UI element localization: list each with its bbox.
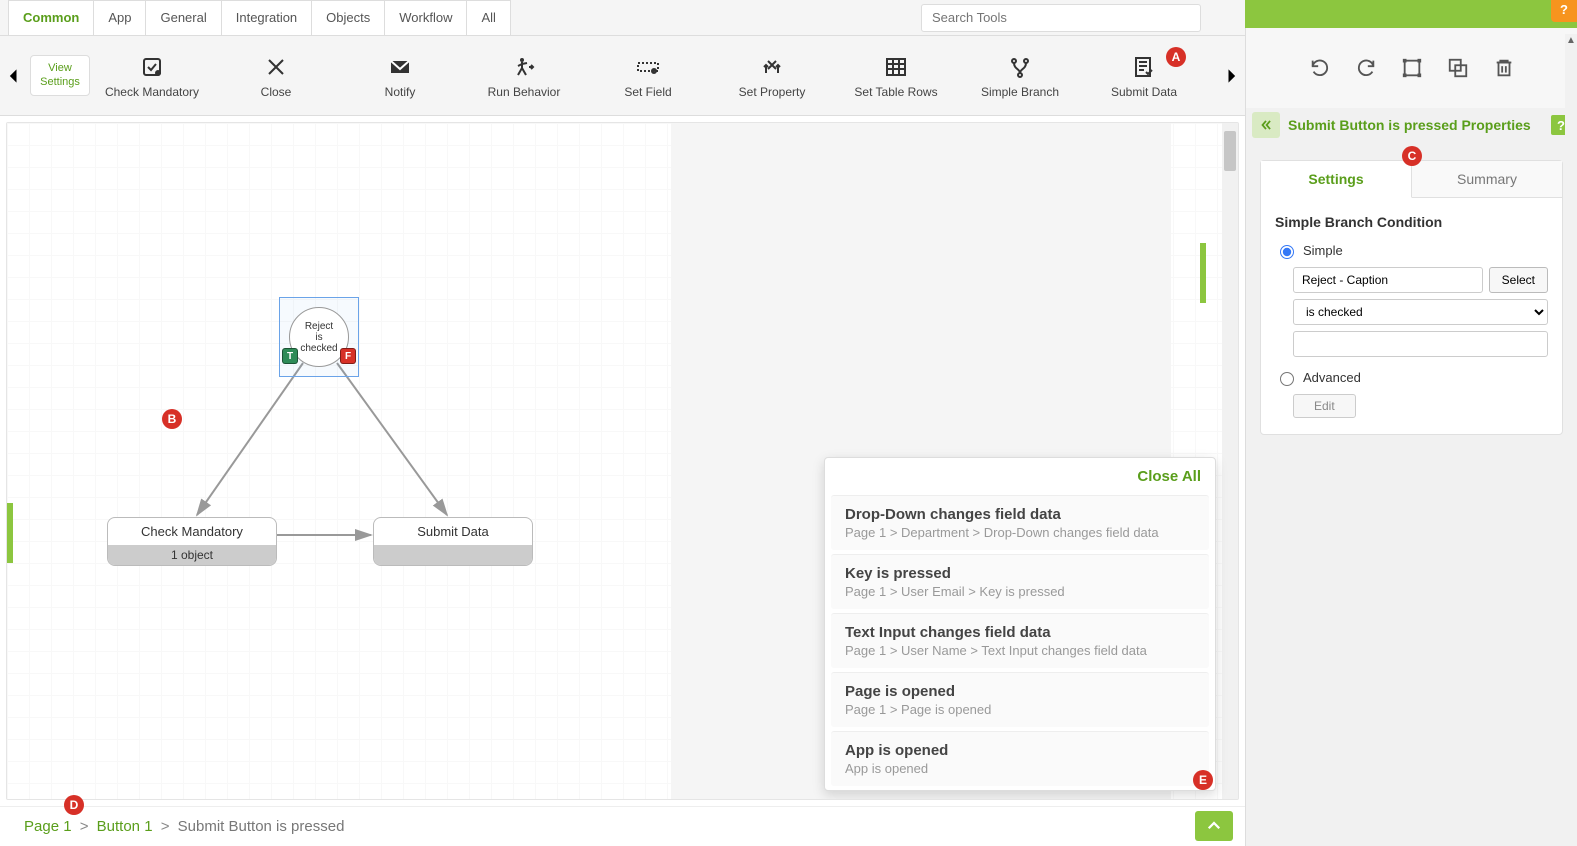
toolbar-prev-button[interactable]: [4, 66, 24, 86]
view-settings-button[interactable]: View Settings: [30, 55, 90, 95]
help-corner-button[interactable]: ?: [1551, 0, 1577, 22]
tab-objects[interactable]: Objects: [311, 0, 385, 35]
edit-advanced-button[interactable]: Edit: [1293, 394, 1356, 418]
group-button[interactable]: [1397, 53, 1427, 83]
tool-notify[interactable]: Notify: [350, 53, 450, 99]
decision-node[interactable]: Reject is checked T F: [289, 307, 349, 367]
tool-submit-data[interactable]: Submit Data A: [1094, 53, 1194, 99]
condition-value-input[interactable]: [1293, 331, 1548, 357]
tab-common[interactable]: Common: [8, 0, 94, 35]
radio-simple-input[interactable]: [1280, 245, 1294, 259]
trash-icon: [1493, 57, 1515, 79]
breadcrumb-button[interactable]: Button 1: [97, 818, 153, 835]
submit-data-icon: [1132, 55, 1156, 79]
collapse-properties-button[interactable]: [1252, 112, 1280, 138]
undo-icon: [1309, 57, 1331, 79]
scroll-up-arrow[interactable]: ▲: [1565, 34, 1577, 46]
group-icon: [1401, 57, 1423, 79]
properties-header: Submit Button is pressed Properties ?: [1246, 108, 1577, 142]
tool-category-tabs: Common App General Integration Objects W…: [0, 0, 1245, 36]
badge-d: D: [64, 795, 84, 815]
tool-check-mandatory[interactable]: Check Mandatory: [102, 53, 202, 99]
properties-title: Submit Button is pressed Properties: [1288, 117, 1551, 133]
run-behavior-icon: [512, 55, 536, 79]
right-edge-handle[interactable]: [1200, 243, 1206, 303]
set-field-icon: [636, 55, 660, 79]
tool-simple-branch[interactable]: Simple Branch: [970, 53, 1070, 99]
toolbar: View Settings Check Mandatory Close Noti…: [0, 36, 1245, 116]
redo-button[interactable]: [1351, 53, 1381, 83]
chevron-left-icon: [4, 66, 24, 86]
breadcrumb-current: Submit Button is pressed: [178, 818, 345, 835]
scroll-up-button[interactable]: [1195, 811, 1233, 841]
chevron-double-left-icon: [1259, 118, 1273, 132]
breadcrumb-page[interactable]: Page 1: [24, 818, 72, 835]
properties-tab-summary[interactable]: Summary: [1412, 161, 1562, 198]
check-mandatory-icon: [140, 55, 164, 79]
condition-field-input[interactable]: [1293, 267, 1483, 293]
tool-set-field[interactable]: Set Field: [598, 53, 698, 99]
delete-button[interactable]: [1489, 53, 1519, 83]
radio-advanced-input[interactable]: [1280, 372, 1294, 386]
properties-toolbar: [1246, 28, 1577, 108]
properties-panel: Settings Summary Simple Branch Condition…: [1260, 160, 1563, 435]
badge-b: B: [162, 409, 182, 429]
scrollbar-thumb[interactable]: [1224, 131, 1236, 171]
events-popup: Close All Drop-Down changes field data P…: [824, 457, 1216, 791]
popup-item[interactable]: Text Input changes field data Page 1 > U…: [831, 613, 1209, 668]
breadcrumb-bar: D Page 1 > Button 1 > Submit Button is p…: [0, 806, 1245, 846]
undo-button[interactable]: [1305, 53, 1335, 83]
false-branch-badge: F: [340, 348, 356, 364]
properties-heading: Simple Branch Condition: [1275, 214, 1548, 230]
set-property-icon: [760, 55, 784, 79]
tool-set-table-rows[interactable]: Set Table Rows: [846, 53, 946, 99]
submit-data-node[interactable]: Submit Data: [373, 517, 533, 566]
close-icon: [264, 55, 288, 79]
badge-a: A: [1166, 47, 1186, 67]
condition-operator-select[interactable]: is checkedis not checkedequalsnot equals: [1293, 299, 1548, 325]
tab-general[interactable]: General: [145, 0, 221, 35]
canvas-vertical-scrollbar[interactable]: [1222, 123, 1238, 799]
badge-e: E: [1193, 770, 1213, 790]
tab-integration[interactable]: Integration: [221, 0, 312, 35]
ungroup-icon: [1447, 57, 1469, 79]
set-table-rows-icon: [884, 55, 908, 79]
popup-item[interactable]: Drop-Down changes field data Page 1 > De…: [831, 495, 1209, 550]
notify-icon: [388, 55, 412, 79]
tool-close[interactable]: Close: [226, 53, 326, 99]
toolbar-next-button[interactable]: [1221, 66, 1241, 86]
left-edge-handle[interactable]: [7, 503, 13, 563]
tab-workflow[interactable]: Workflow: [384, 0, 467, 35]
chevron-right-icon: [1221, 66, 1241, 86]
chevron-up-icon: [1205, 817, 1223, 835]
tab-all[interactable]: All: [466, 0, 510, 35]
check-mandatory-node[interactable]: Check Mandatory 1 object: [107, 517, 277, 566]
radio-advanced[interactable]: Advanced: [1275, 369, 1548, 386]
close-all-link[interactable]: Close All: [1137, 468, 1201, 485]
redo-icon: [1355, 57, 1377, 79]
select-field-button[interactable]: Select: [1489, 267, 1548, 293]
true-branch-badge: T: [282, 348, 298, 364]
properties-tab-settings[interactable]: Settings: [1261, 161, 1412, 198]
tool-run-behavior[interactable]: Run Behavior: [474, 53, 574, 99]
canvas-wrapper: Reject is checked T F B Check Mandatory …: [6, 122, 1239, 800]
properties-vertical-scrollbar[interactable]: ▲: [1565, 34, 1577, 846]
simple-branch-icon: [1008, 55, 1032, 79]
search-tools-input[interactable]: [921, 4, 1201, 32]
popup-item[interactable]: Key is pressed Page 1 > User Email > Key…: [831, 554, 1209, 609]
ungroup-button[interactable]: [1443, 53, 1473, 83]
badge-c: C: [1402, 146, 1422, 166]
tab-app[interactable]: App: [93, 0, 146, 35]
radio-simple[interactable]: Simple: [1275, 242, 1548, 259]
popup-item[interactable]: App is opened App is opened E: [831, 731, 1209, 786]
tool-set-property[interactable]: Set Property: [722, 53, 822, 99]
popup-item[interactable]: Page is opened Page 1 > Page is opened: [831, 672, 1209, 727]
